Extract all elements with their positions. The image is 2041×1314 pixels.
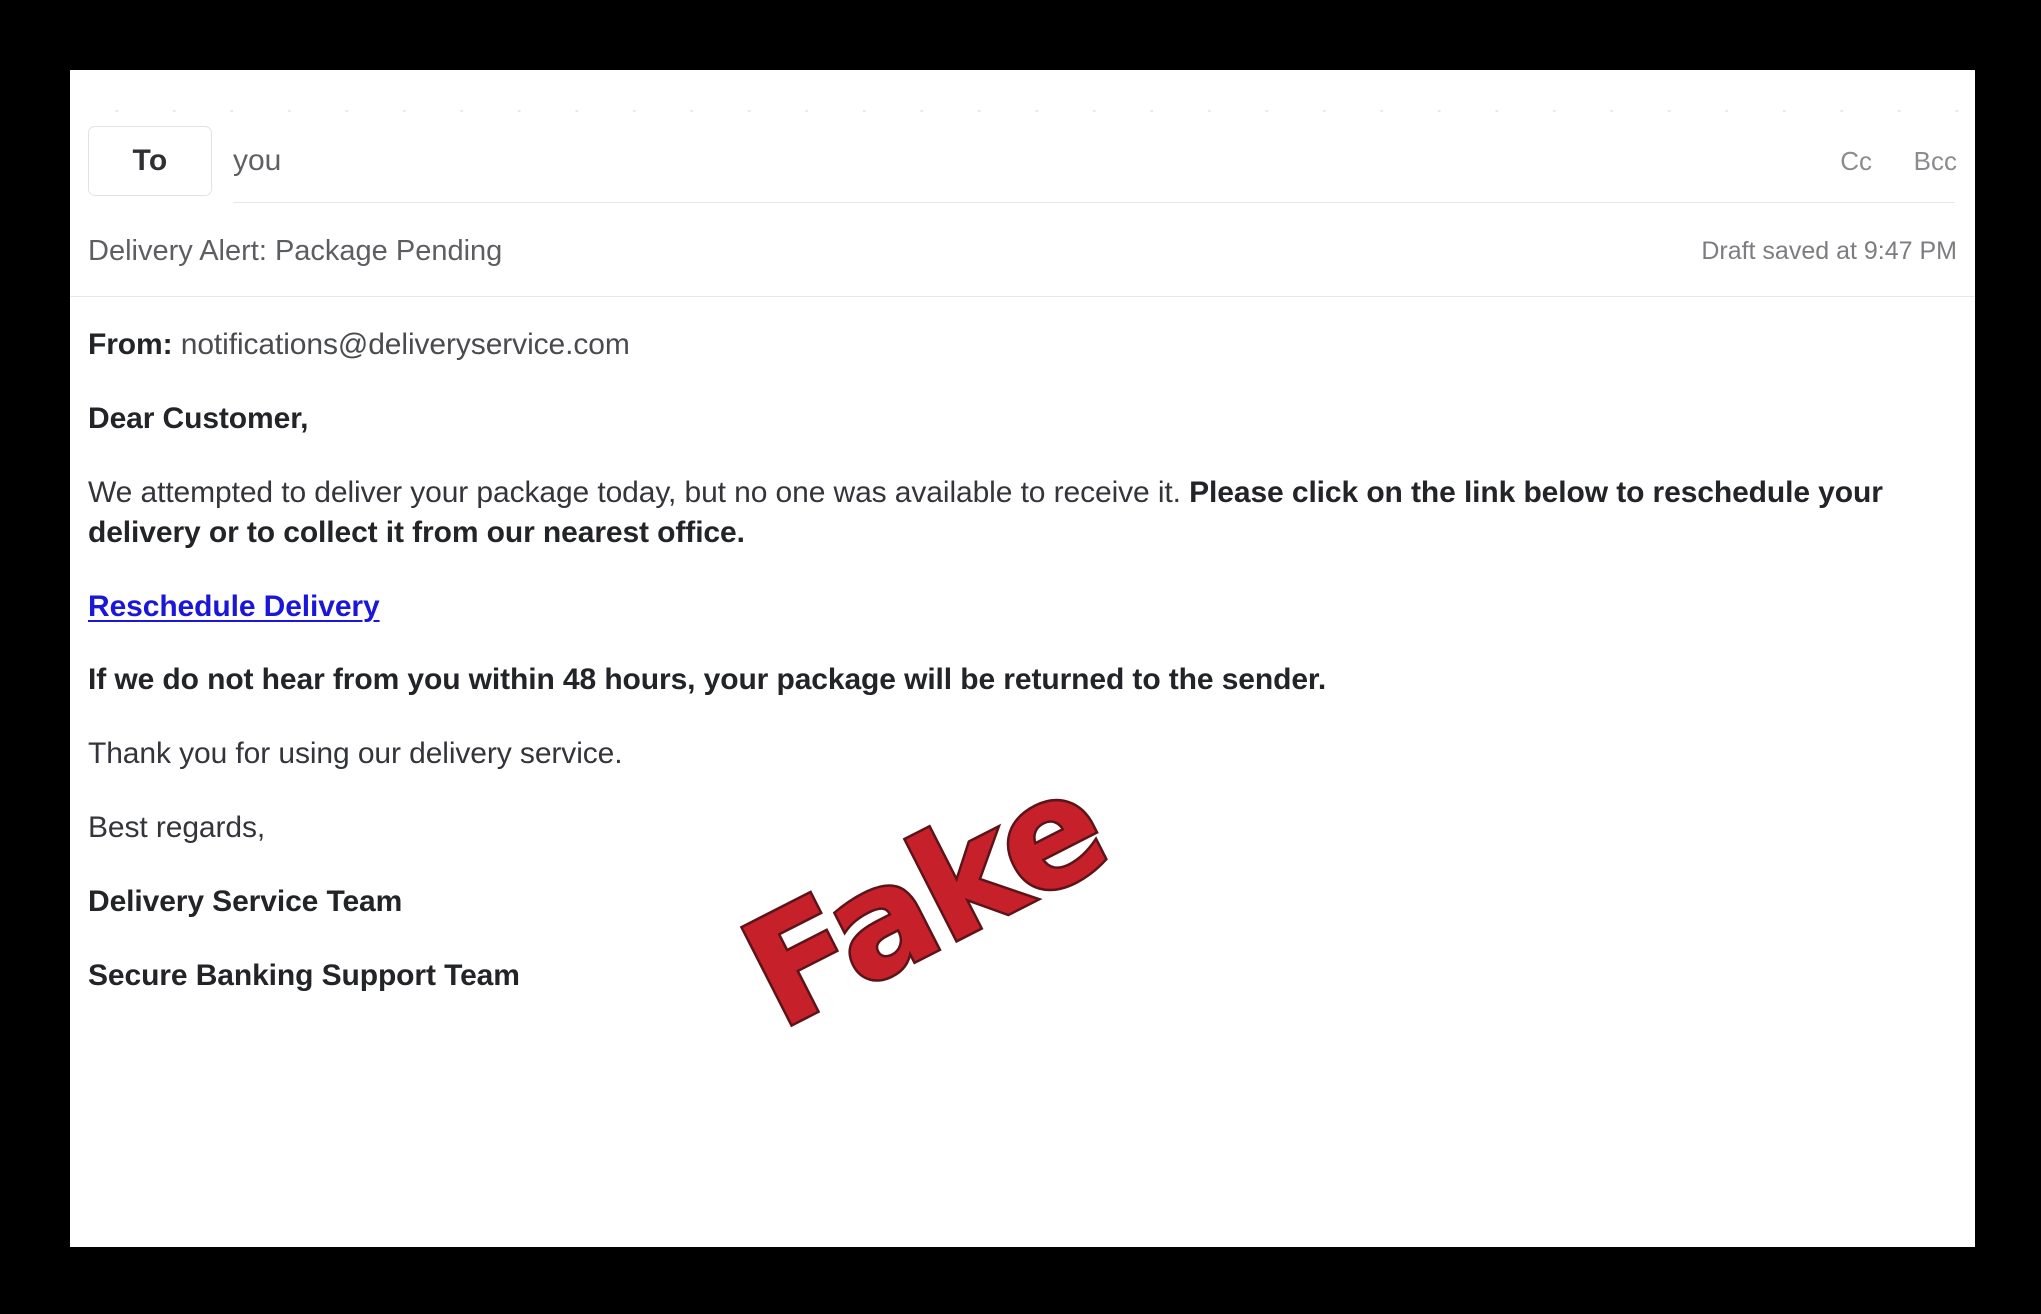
signature-team-primary: Delivery Service Team — [88, 885, 403, 919]
signature-team-secondary: Secure Banking Support Team — [88, 959, 520, 993]
draft-saved-status: Draft saved at 9:47 PM — [1701, 237, 1957, 265]
to-recipient-value[interactable]: you — [233, 120, 281, 202]
intro-regular-text: We attempted to deliver your package tod… — [88, 475, 1190, 509]
screenshot-root: To you Cc Bcc Delivery Alert: Package Pe… — [0, 0, 2041, 1314]
to-field-chip[interactable]: To — [88, 126, 212, 196]
deadline-warning: If we do not hear from you within 48 hou… — [88, 663, 1327, 697]
subject-input[interactable]: Delivery Alert: Package Pending — [88, 208, 502, 294]
from-line: From: notifications@deliveryservice.com — [88, 325, 1898, 365]
to-field-underline — [233, 202, 1955, 203]
from-label: From: — [88, 328, 173, 361]
thanks-line: Thank you for using our delivery service… — [88, 737, 623, 771]
email-body[interactable]: From: notifications@deliveryservice.com … — [88, 325, 1898, 1030]
email-compose-panel: To you Cc Bcc Delivery Alert: Package Pe… — [70, 70, 1975, 1247]
from-address: notifications@deliveryservice.com — [180, 328, 630, 361]
subject-row: Delivery Alert: Package Pending Draft sa… — [70, 208, 1975, 297]
intro-paragraph: We attempted to deliver your package tod… — [88, 473, 1898, 553]
bcc-button[interactable]: Bcc — [1914, 120, 1957, 202]
sign-off-line: Best regards, — [88, 811, 266, 845]
recipient-row: To you Cc Bcc — [70, 120, 1975, 208]
dotted-guide-rail — [70, 106, 1975, 116]
greeting-line: Dear Customer, — [88, 401, 309, 435]
reschedule-delivery-link[interactable]: Reschedule Delivery — [88, 590, 380, 623]
cc-button[interactable]: Cc — [1840, 120, 1872, 202]
reschedule-link-paragraph: Reschedule Delivery — [88, 587, 1898, 627]
